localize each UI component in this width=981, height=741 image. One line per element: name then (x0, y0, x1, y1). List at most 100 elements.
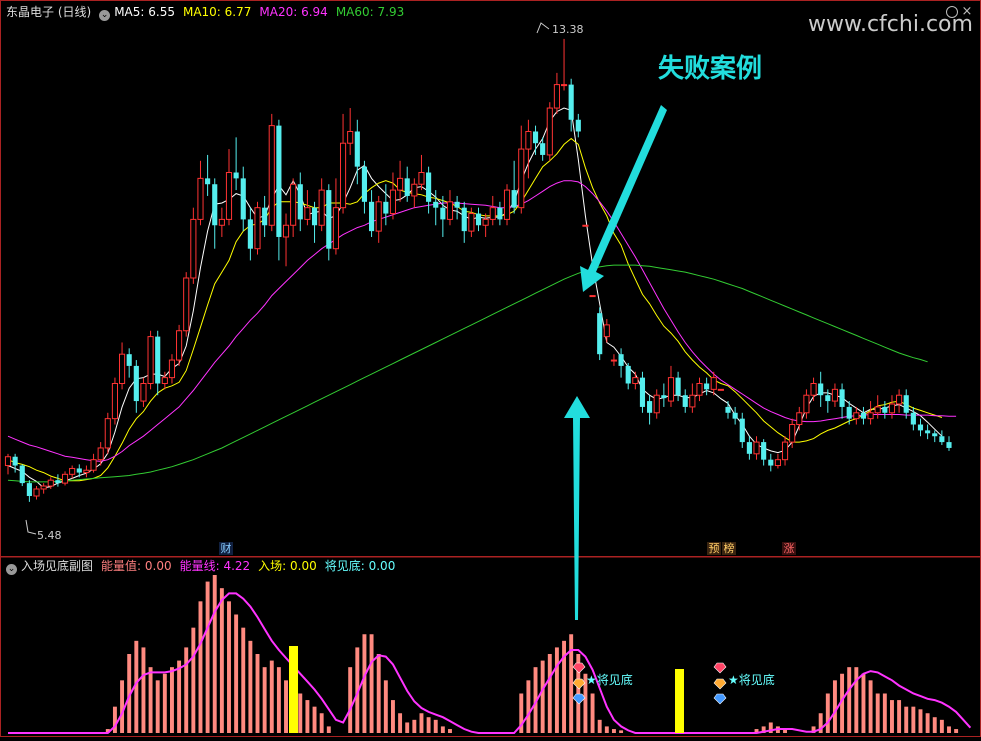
energy-bar (248, 640, 253, 733)
candle-body-up (810, 382, 817, 396)
energy-bar (925, 713, 930, 733)
candle-body-down (276, 125, 282, 237)
energy-bar (170, 667, 174, 733)
energy-bar (198, 601, 203, 733)
candle-body-up (90, 459, 97, 471)
collapse-icon[interactable]: ⌄ (99, 10, 111, 21)
candle-body-up (168, 359, 176, 379)
candle-body-up (183, 277, 190, 332)
candle-body-up (831, 388, 839, 402)
bottom-signal-label-2: ★将见底 (728, 673, 775, 687)
candle-body-up (710, 377, 717, 390)
candle-body-up (667, 377, 675, 402)
candle-body-up (418, 172, 425, 185)
entry-arrow (564, 396, 590, 620)
failure-arrow (580, 105, 667, 292)
candle-body-up (304, 207, 311, 220)
candle-body-up (717, 388, 724, 391)
candle-body-down (454, 201, 460, 208)
candle-body-down (925, 430, 931, 434)
candle-body-up (161, 377, 168, 384)
candle-body-up (589, 295, 596, 298)
energy-bar (312, 706, 317, 733)
candle-body-down (205, 178, 211, 185)
energy-bar (597, 719, 602, 733)
candle-body-up (468, 213, 475, 232)
candle-body-up (218, 218, 225, 226)
candle-body-down (575, 119, 581, 132)
energy-bar (847, 667, 852, 733)
energy-bar (611, 729, 616, 733)
energy-bar (219, 588, 224, 733)
sub-indicator-name[interactable]: 入场见底副图 (21, 559, 93, 573)
candle-body-up (853, 412, 860, 420)
energy-bar (155, 680, 160, 733)
candle-body-down (126, 354, 132, 366)
energy-bar (405, 722, 410, 733)
badge-cai[interactable]: 财 (219, 542, 233, 555)
sapphire-signal-icon (572, 693, 586, 705)
candle-body-up (40, 485, 47, 490)
energy-bar (918, 709, 923, 733)
energy-bar (184, 647, 189, 733)
stock-name[interactable]: 东晶电子 (日线) (6, 5, 91, 19)
candle-body-down (133, 365, 139, 402)
candle-body-down (746, 442, 752, 454)
energy-bar (205, 581, 210, 733)
candle-body-down (768, 459, 774, 466)
candle-body-up (874, 406, 881, 414)
energy-bar (526, 680, 531, 733)
badge-yu[interactable]: 预 (707, 542, 721, 555)
candle-body-up (603, 324, 610, 338)
energy-bar (433, 719, 438, 733)
sapphire-signal-icon (713, 693, 727, 705)
energy-bar (141, 647, 146, 733)
ma-label: MA5: 6.55 (114, 5, 175, 19)
energy-bar (882, 693, 887, 733)
energy-bar (947, 726, 951, 733)
ma-label: MA60: 7.93 (335, 5, 405, 19)
energy-bar (419, 713, 424, 733)
energy-bar (383, 680, 388, 733)
energy-bar (212, 575, 217, 733)
energy-bar (426, 717, 431, 733)
sub-indicator-value: 入场: 0.00 (258, 559, 317, 573)
candle-body-down (639, 377, 646, 407)
candle-body-up (140, 382, 147, 402)
candle-body-down (383, 201, 389, 214)
entry-marker (675, 669, 684, 733)
candle-body-up (553, 84, 560, 109)
badge-bang[interactable]: 榜 (722, 542, 736, 555)
candle-body-down (568, 84, 574, 120)
candle-body-up (503, 189, 511, 220)
candle-body-up (689, 394, 696, 408)
candle-body-up (347, 130, 354, 144)
candle-body-down (354, 131, 360, 167)
candle-body-up (446, 201, 454, 220)
badge-zhang[interactable]: 涨 (782, 542, 796, 555)
window-close-icon[interactable]: × (961, 5, 973, 18)
candle-body-down (825, 395, 831, 402)
candle-body-up (397, 177, 404, 191)
candle-body-down (846, 406, 852, 419)
window-restore-icon[interactable] (946, 6, 958, 18)
candle-body-down (311, 207, 318, 226)
candle-body-down (461, 207, 467, 232)
ruby-signal-icon (713, 662, 727, 674)
energy-bar (897, 700, 902, 733)
energy-bar (854, 667, 859, 733)
candle-body-down (247, 219, 253, 249)
energy-bar (448, 729, 452, 733)
low-marker (25, 519, 37, 535)
entry-marker (289, 646, 298, 733)
candle-body-up (482, 218, 489, 226)
candle-body-down (262, 207, 268, 226)
candle-body-down (761, 442, 767, 460)
energy-bar (148, 667, 153, 733)
candle-body-up (104, 418, 111, 449)
candle-body-up (268, 125, 275, 226)
ma-line-ma20 (7, 180, 957, 462)
sub-collapse-icon[interactable]: ⌄ (6, 564, 17, 575)
energy-bar (362, 634, 367, 733)
candle-body-down (233, 172, 239, 179)
